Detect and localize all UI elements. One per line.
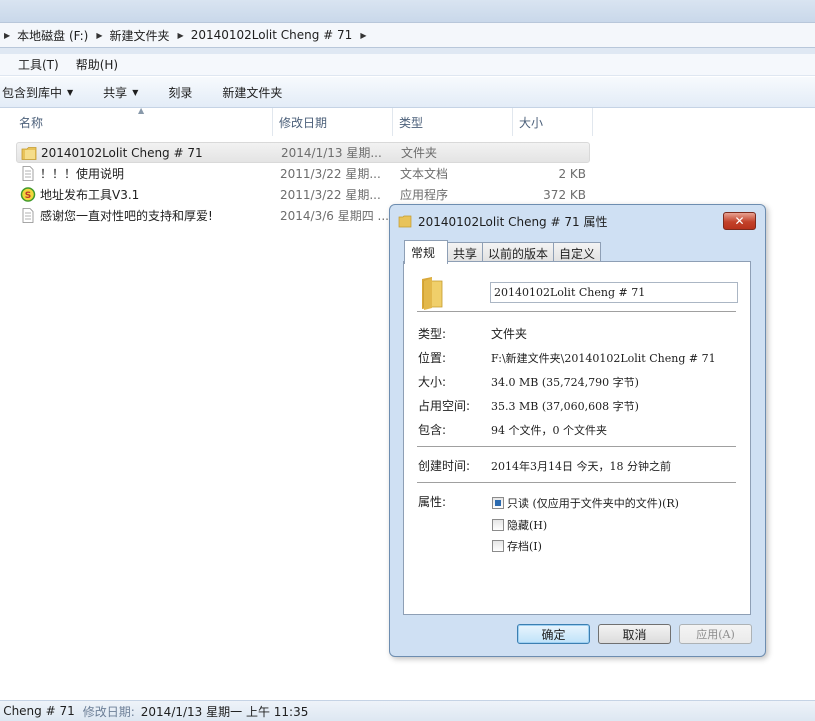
readonly-checkbox[interactable]: 只读 (仅应用于文件夹中的文件)(R) [492, 495, 679, 511]
dialog-title-bar[interactable]: 20140102Lolit Cheng # 71 属性 [398, 213, 607, 230]
dropdown-arrow-icon: ▼ [132, 87, 139, 97]
checkbox-indeterminate-icon [492, 497, 504, 509]
disk-size-value: 35.3 MB (37,060,608 字节) [491, 400, 639, 413]
folder-icon [398, 215, 412, 228]
column-header-date[interactable]: 修改日期 [273, 108, 393, 136]
menu-bar: 工具(T) 帮助(H) [0, 54, 815, 76]
folder-icon [422, 277, 443, 310]
properties-dialog: 20140102Lolit Cheng # 71 属性 ✕ 常规 共享 以前的版… [389, 204, 766, 657]
window-top-band [0, 0, 815, 22]
text-file-icon [22, 208, 34, 223]
file-row[interactable]: 20140102Lolit Cheng # 71 2014/1/13 星期...… [16, 142, 590, 163]
contains-label: 包含: [418, 423, 447, 437]
location-label: 位置: [418, 351, 447, 365]
created-value: 2014年3月14日 今天，18 分钟之前 [491, 460, 671, 473]
address-bar[interactable]: ▶ 本地磁盘 (F:) ▶ 新建文件夹 ▶ 20140102Lolit Cheng #… [0, 22, 815, 48]
breadcrumb-dropdown[interactable]: ▶ [360, 31, 373, 40]
size-value: 34.0 MB (35,724,790 字节) [491, 376, 639, 389]
file-row[interactable]: S 地址发布工具V3.1 2011/3/22 星期... 应用程序 372 KB [16, 184, 590, 205]
checkbox-icon [492, 519, 504, 531]
menu-tools[interactable]: 工具(T) [18, 56, 59, 73]
divider [417, 311, 736, 312]
type-label: 类型: [418, 327, 447, 341]
chevron-right-icon: ▶ [4, 30, 11, 40]
new-folder-button[interactable]: 新建文件夹 [222, 84, 282, 101]
text-file-icon [22, 166, 34, 181]
contains-value: 94 个文件，0 个文件夹 [491, 424, 607, 437]
close-icon: ✕ [734, 214, 745, 228]
burn-button[interactable]: 刻录 [168, 84, 192, 101]
status-item-name: lit Cheng # 71 [0, 704, 75, 718]
ok-button[interactable]: 确定 [517, 624, 590, 644]
dialog-tabs: 常规 共享 以前的版本 自定义 [404, 240, 602, 264]
apply-button[interactable]: 应用(A) [679, 624, 752, 644]
attributes-label: 属性: [418, 495, 447, 509]
location-value: F:\新建文件夹\20140102Lolit Cheng # 71 [491, 352, 716, 365]
created-label: 创建时间: [418, 459, 471, 473]
hidden-checkbox[interactable]: 隐藏(H) [492, 517, 547, 533]
tab-general[interactable]: 常规 [404, 240, 449, 264]
type-value: 文件夹 [491, 327, 528, 341]
column-header-size[interactable]: 大小 [513, 108, 593, 136]
status-bar: lit Cheng # 71 修改日期: 2014/1/13 星期一 上午 11… [0, 700, 815, 721]
divider [417, 482, 736, 483]
share-button[interactable]: 共享 ▼ [103, 84, 138, 101]
folder-icon [21, 147, 37, 160]
status-date-value: 2014/1/13 星期一 上午 11:35 [140, 704, 309, 719]
chevron-right-icon: ▶ [360, 30, 367, 40]
column-header-type[interactable]: 类型 [393, 108, 513, 136]
chevron-right-icon: ▶ [96, 30, 103, 40]
cancel-button[interactable]: 取消 [598, 624, 671, 644]
divider [417, 446, 736, 447]
size-label: 大小: [418, 375, 447, 389]
file-row[interactable]: ！！！使用说明 2011/3/22 星期... 文本文档 2 KB [16, 163, 590, 184]
dialog-title: 20140102Lolit Cheng # 71 属性 [418, 215, 608, 229]
breadcrumb-item[interactable]: ▶ 20140102Lolit Cheng # 71 [178, 28, 361, 42]
checkbox-icon [492, 540, 504, 552]
breadcrumb-item[interactable]: ▶ 新建文件夹 [96, 27, 177, 44]
folder-name-input[interactable]: 20140102Lolit Cheng # 71 [490, 282, 738, 303]
chevron-right-icon: ▶ [177, 30, 184, 40]
archive-checkbox[interactable]: 存档(I) [492, 538, 542, 554]
close-button[interactable]: ✕ [723, 212, 756, 230]
general-tab-panel: 20140102Lolit Cheng # 71 类型: 文件夹 位置: F:\… [403, 261, 751, 615]
breadcrumb-item[interactable]: ▶ 本地磁盘 (F:) [4, 27, 96, 44]
dropdown-arrow-icon: ▼ [67, 87, 74, 97]
app-icon: S [20, 187, 36, 202]
column-header-name[interactable]: 名称 [13, 108, 273, 136]
status-date-label: 修改日期: [82, 704, 135, 719]
svg-text:S: S [25, 191, 31, 201]
menu-help[interactable]: 帮助(H) [76, 56, 118, 73]
command-bar: 包含到库中 ▼ 共享 ▼ 刻录 新建文件夹 [0, 77, 815, 108]
disk-size-label: 占用空间: [418, 399, 471, 413]
include-in-library-button[interactable]: 包含到库中 ▼ [2, 84, 73, 101]
